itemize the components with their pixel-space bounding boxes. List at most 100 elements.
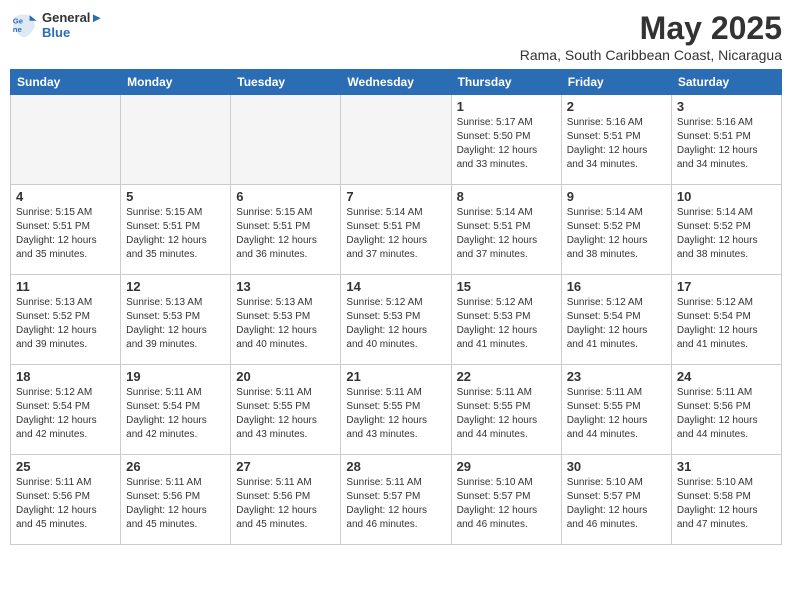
- day-info: Sunrise: 5:11 AM Sunset: 5:55 PM Dayligh…: [457, 386, 556, 442]
- day-info: Sunrise: 5:11 AM Sunset: 5:55 PM Dayligh…: [346, 386, 445, 442]
- day-number: 13: [236, 279, 335, 294]
- day-info: Sunrise: 5:12 AM Sunset: 5:54 PM Dayligh…: [16, 386, 115, 442]
- day-info: Sunrise: 5:10 AM Sunset: 5:58 PM Dayligh…: [677, 476, 776, 532]
- day-info: Sunrise: 5:11 AM Sunset: 5:54 PM Dayligh…: [126, 386, 225, 442]
- week-row-5: 25 Sunrise: 5:11 AM Sunset: 5:56 PM Dayli…: [11, 455, 782, 545]
- day-number: 14: [346, 279, 445, 294]
- day-number: 22: [457, 369, 556, 384]
- weekday-header-tuesday: Tuesday: [231, 70, 341, 95]
- calendar-cell: 5Sunrise: 5:15 AM Sunset: 5:51 PM Daylig…: [121, 185, 231, 275]
- day-info: Sunrise: 5:15 AM Sunset: 5:51 PM Dayligh…: [236, 206, 335, 262]
- calendar-cell: 15 Sunrise: 5:12 AM Sunset: 5:53 PM Dayli…: [451, 275, 561, 365]
- logo: Ge ne General► Blue: [10, 10, 103, 40]
- day-info: Sunrise: 5:16 AM Sunset: 5:51 PM Dayligh…: [677, 116, 776, 172]
- calendar-cell: 2Sunrise: 5:16 AM Sunset: 5:51 PM Daylig…: [561, 95, 671, 185]
- calendar-cell: 14 Sunrise: 5:12 AM Sunset: 5:53 PM Dayli…: [341, 275, 451, 365]
- weekday-header-wednesday: Wednesday: [341, 70, 451, 95]
- day-info: Sunrise: 5:12 AM Sunset: 5:53 PM Dayligh…: [457, 296, 556, 352]
- day-number: 20: [236, 369, 335, 384]
- week-row-2: 4 Sunrise: 5:15 AM Sunset: 5:51 PM Daylig…: [11, 185, 782, 275]
- calendar-table: SundayMondayTuesdayWednesdayThursdayFrid…: [10, 69, 782, 545]
- day-info: Sunrise: 5:14 AM Sunset: 5:52 PM Dayligh…: [677, 206, 776, 262]
- calendar-cell: 24Sunrise: 5:11 AM Sunset: 5:56 PM Dayli…: [671, 365, 781, 455]
- page-header: Ge ne General► Blue May 2025 Rama, South…: [10, 10, 782, 63]
- location: Rama, South Caribbean Coast, Nicaragua: [520, 47, 782, 63]
- weekday-header-monday: Monday: [121, 70, 231, 95]
- day-info: Sunrise: 5:12 AM Sunset: 5:53 PM Dayligh…: [346, 296, 445, 352]
- calendar-cell: [11, 95, 121, 185]
- day-number: 11: [16, 279, 115, 294]
- calendar-cell: 10Sunrise: 5:14 AM Sunset: 5:52 PM Dayli…: [671, 185, 781, 275]
- calendar-cell: 16Sunrise: 5:12 AM Sunset: 5:54 PM Dayli…: [561, 275, 671, 365]
- day-number: 4: [16, 189, 115, 204]
- calendar-cell: 25 Sunrise: 5:11 AM Sunset: 5:56 PM Dayli…: [11, 455, 121, 545]
- day-info: Sunrise: 5:15 AM Sunset: 5:51 PM Dayligh…: [16, 206, 115, 262]
- calendar-cell: 18 Sunrise: 5:12 AM Sunset: 5:54 PM Dayli…: [11, 365, 121, 455]
- calendar-cell: 4 Sunrise: 5:15 AM Sunset: 5:51 PM Daylig…: [11, 185, 121, 275]
- week-row-3: 11 Sunrise: 5:13 AM Sunset: 5:52 PM Dayli…: [11, 275, 782, 365]
- day-info: Sunrise: 5:11 AM Sunset: 5:56 PM Dayligh…: [677, 386, 776, 442]
- day-number: 30: [567, 459, 666, 474]
- week-row-1: 1 Sunrise: 5:17 AM Sunset: 5:50 PM Daylig…: [11, 95, 782, 185]
- calendar-cell: 11 Sunrise: 5:13 AM Sunset: 5:52 PM Dayli…: [11, 275, 121, 365]
- day-info: Sunrise: 5:11 AM Sunset: 5:55 PM Dayligh…: [567, 386, 666, 442]
- calendar-cell: 3 Sunrise: 5:16 AM Sunset: 5:51 PM Daylig…: [671, 95, 781, 185]
- day-info: Sunrise: 5:10 AM Sunset: 5:57 PM Dayligh…: [567, 476, 666, 532]
- weekday-header-sunday: Sunday: [11, 70, 121, 95]
- week-row-4: 18 Sunrise: 5:12 AM Sunset: 5:54 PM Dayli…: [11, 365, 782, 455]
- day-number: 28: [346, 459, 445, 474]
- calendar-cell: 27 Sunrise: 5:11 AM Sunset: 5:56 PM Dayli…: [231, 455, 341, 545]
- svg-text:Ge: Ge: [13, 17, 24, 26]
- day-info: Sunrise: 5:11 AM Sunset: 5:57 PM Dayligh…: [346, 476, 445, 532]
- calendar-cell: [231, 95, 341, 185]
- calendar-cell: 6 Sunrise: 5:15 AM Sunset: 5:51 PM Daylig…: [231, 185, 341, 275]
- calendar-cell: 21Sunrise: 5:11 AM Sunset: 5:55 PM Dayli…: [341, 365, 451, 455]
- day-info: Sunrise: 5:13 AM Sunset: 5:53 PM Dayligh…: [126, 296, 225, 352]
- calendar-cell: 20 Sunrise: 5:11 AM Sunset: 5:55 PM Dayli…: [231, 365, 341, 455]
- day-info: Sunrise: 5:11 AM Sunset: 5:56 PM Dayligh…: [16, 476, 115, 532]
- svg-text:ne: ne: [13, 25, 23, 34]
- day-number: 17: [677, 279, 776, 294]
- day-info: Sunrise: 5:11 AM Sunset: 5:56 PM Dayligh…: [236, 476, 335, 532]
- day-info: Sunrise: 5:13 AM Sunset: 5:52 PM Dayligh…: [16, 296, 115, 352]
- day-number: 19: [126, 369, 225, 384]
- day-info: Sunrise: 5:17 AM Sunset: 5:50 PM Dayligh…: [457, 116, 556, 172]
- day-info: Sunrise: 5:13 AM Sunset: 5:53 PM Dayligh…: [236, 296, 335, 352]
- calendar-cell: [341, 95, 451, 185]
- day-number: 1: [457, 99, 556, 114]
- day-info: Sunrise: 5:12 AM Sunset: 5:54 PM Dayligh…: [677, 296, 776, 352]
- day-info: Sunrise: 5:14 AM Sunset: 5:51 PM Dayligh…: [346, 206, 445, 262]
- calendar-cell: 28 Sunrise: 5:11 AM Sunset: 5:57 PM Dayli…: [341, 455, 451, 545]
- weekday-header-row: SundayMondayTuesdayWednesdayThursdayFrid…: [11, 70, 782, 95]
- day-number: 8: [457, 189, 556, 204]
- day-info: Sunrise: 5:11 AM Sunset: 5:55 PM Dayligh…: [236, 386, 335, 442]
- calendar-cell: 8Sunrise: 5:14 AM Sunset: 5:51 PM Daylig…: [451, 185, 561, 275]
- day-number: 31: [677, 459, 776, 474]
- weekday-header-saturday: Saturday: [671, 70, 781, 95]
- day-number: 25: [16, 459, 115, 474]
- day-number: 15: [457, 279, 556, 294]
- day-number: 9: [567, 189, 666, 204]
- calendar-cell: 13 Sunrise: 5:13 AM Sunset: 5:53 PM Dayli…: [231, 275, 341, 365]
- day-number: 6: [236, 189, 335, 204]
- day-info: Sunrise: 5:10 AM Sunset: 5:57 PM Dayligh…: [457, 476, 556, 532]
- calendar-cell: 12Sunrise: 5:13 AM Sunset: 5:53 PM Dayli…: [121, 275, 231, 365]
- weekday-header-thursday: Thursday: [451, 70, 561, 95]
- title-block: May 2025 Rama, South Caribbean Coast, Ni…: [520, 10, 782, 63]
- day-number: 23: [567, 369, 666, 384]
- day-number: 27: [236, 459, 335, 474]
- month-title: May 2025: [520, 10, 782, 47]
- calendar-cell: 1 Sunrise: 5:17 AM Sunset: 5:50 PM Daylig…: [451, 95, 561, 185]
- day-number: 2: [567, 99, 666, 114]
- calendar-cell: 7Sunrise: 5:14 AM Sunset: 5:51 PM Daylig…: [341, 185, 451, 275]
- calendar-cell: 31 Sunrise: 5:10 AM Sunset: 5:58 PM Dayli…: [671, 455, 781, 545]
- day-number: 3: [677, 99, 776, 114]
- day-number: 26: [126, 459, 225, 474]
- calendar-cell: 26 Sunrise: 5:11 AM Sunset: 5:56 PM Dayli…: [121, 455, 231, 545]
- day-number: 18: [16, 369, 115, 384]
- day-number: 5: [126, 189, 225, 204]
- day-info: Sunrise: 5:12 AM Sunset: 5:54 PM Dayligh…: [567, 296, 666, 352]
- weekday-header-friday: Friday: [561, 70, 671, 95]
- day-info: Sunrise: 5:11 AM Sunset: 5:56 PM Dayligh…: [126, 476, 225, 532]
- calendar-cell: 30 Sunrise: 5:10 AM Sunset: 5:57 PM Dayli…: [561, 455, 671, 545]
